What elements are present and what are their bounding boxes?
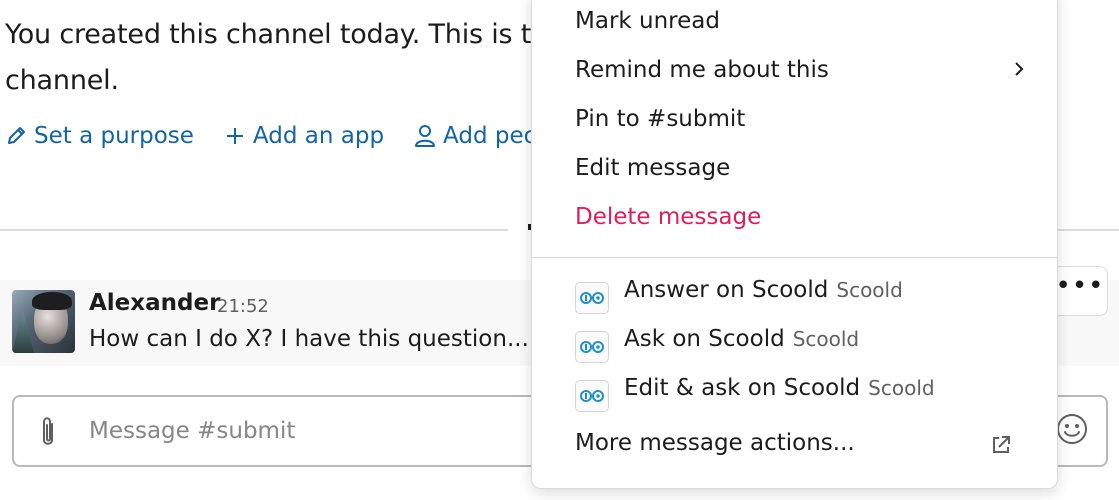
person-icon	[415, 125, 436, 147]
channel-intro-line-2: channel.	[5, 65, 119, 96]
avatar[interactable]	[12, 290, 75, 353]
channel-intro-actions: Set a purpose Add an app Add peop	[5, 118, 582, 154]
message-text: How can I do X? I have this question...	[89, 326, 529, 352]
menu-item-remind-me[interactable]: Remind me about this	[575, 50, 829, 90]
scoold-app-icon	[575, 282, 609, 314]
app-name-scoold: Scoold	[792, 327, 860, 351]
menu-item-answer-on-scoold[interactable]: Answer on Scoold Scoold	[624, 277, 903, 317]
scoold-logo-icon	[580, 390, 604, 402]
scoold-logo-icon	[580, 292, 604, 304]
message-timestamp[interactable]: 21:52	[217, 296, 269, 317]
more-actions-button[interactable]: •••	[1052, 266, 1108, 316]
set-purpose-link[interactable]: Set a purpose	[5, 123, 194, 149]
add-app-link[interactable]: Add an app	[224, 123, 384, 149]
pencil-icon	[8, 127, 25, 144]
menu-item-ask-on-scoold[interactable]: Ask on Scoold Scoold	[624, 326, 859, 366]
date-divider-right	[1057, 229, 1119, 231]
avatar-hair	[32, 292, 72, 310]
edit-ask-on-scoold-label: Edit & ask on Scoold	[624, 375, 861, 401]
paperclip-icon[interactable]	[34, 414, 62, 450]
app-name-scoold: Scoold	[868, 376, 935, 400]
ask-on-scoold-label: Ask on Scoold	[624, 326, 785, 352]
menu-item-mark-unread[interactable]: Mark unread	[575, 1, 720, 41]
menu-item-pin[interactable]: Pin to #submit	[575, 99, 745, 139]
menu-item-delete-message[interactable]: Delete message	[575, 197, 761, 237]
message-context-menu: Mark unread Remind me about this Pin to …	[531, 0, 1058, 489]
add-app-label: Add an app	[252, 123, 385, 149]
menu-separator	[532, 257, 1057, 258]
scoold-logo-icon	[580, 341, 604, 353]
chevron-right-icon	[1015, 62, 1024, 76]
avatar-background	[12, 310, 34, 353]
scoold-app-icon	[575, 380, 609, 412]
menu-item-edit-ask-on-scoold[interactable]: Edit & ask on Scoold Scoold	[624, 375, 935, 415]
answer-on-scoold-label: Answer on Scoold	[624, 277, 829, 303]
message-author[interactable]: Alexander	[89, 290, 220, 316]
set-purpose-label: Set a purpose	[34, 123, 194, 149]
scoold-app-icon	[575, 331, 609, 363]
menu-item-more-message-actions[interactable]: More message actions...	[575, 423, 855, 463]
external-link-icon	[993, 436, 1010, 453]
more-actions-icon: •••	[1055, 271, 1105, 301]
plus-icon	[226, 128, 243, 144]
channel-intro-line-1: You created this channel today. This is …	[5, 19, 532, 50]
emoji-icon[interactable]	[1055, 412, 1089, 446]
date-divider-left	[0, 229, 508, 231]
message-input[interactable]	[89, 412, 509, 450]
menu-item-edit-message[interactable]: Edit message	[575, 148, 730, 188]
app-name-scoold: Scoold	[836, 278, 903, 302]
channel-intro-text: You created this channel today. This is …	[5, 12, 565, 104]
